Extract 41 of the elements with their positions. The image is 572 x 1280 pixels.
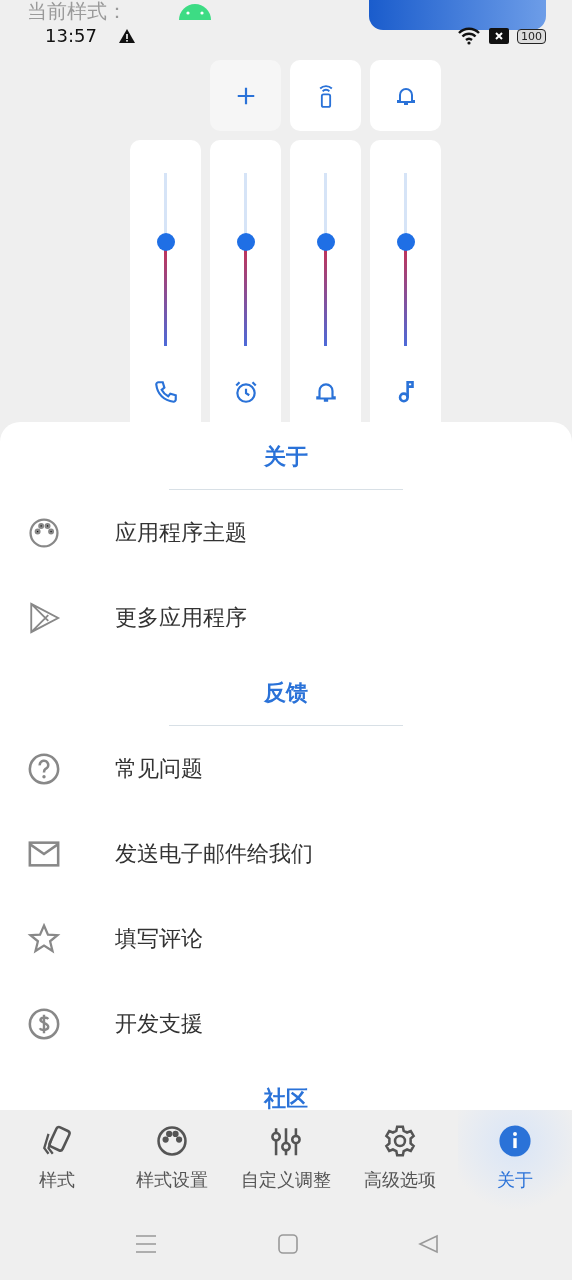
dollar-icon [27, 1006, 61, 1041]
section-title: 社区 [262, 1085, 309, 1110]
wifi-icon [457, 27, 481, 45]
menu-item-label: 常见问题 [115, 754, 203, 783]
palette-icon [27, 515, 61, 550]
battery-indicator: 100 [517, 28, 546, 44]
no-sim-icon [489, 28, 509, 44]
menu-item[interactable]: 开发支援 [0, 981, 572, 1066]
header-button[interactable] [369, 0, 546, 30]
nav-tab[interactable]: 高级选项 [343, 1110, 458, 1220]
menu-item[interactable]: 应用程序主题 [0, 490, 572, 575]
palette-icon [154, 1124, 189, 1158]
nav-tab[interactable]: 样式 [0, 1110, 115, 1220]
menu-item-label: 填写评论 [115, 924, 203, 953]
menu-icon[interactable] [135, 1234, 157, 1254]
star-icon [27, 921, 61, 956]
menu-item[interactable]: 常见问题 [0, 726, 572, 811]
help-icon [27, 751, 61, 786]
menu-item-label: 更多应用程序 [115, 603, 247, 632]
menu-item[interactable]: 发送电子邮件给我们 [0, 811, 572, 896]
warning-icon [118, 29, 135, 43]
play-store-icon [27, 600, 61, 635]
menu-item[interactable]: 填写评论 [0, 896, 572, 981]
section-title: 关于 [263, 443, 309, 471]
back-icon[interactable] [418, 1234, 438, 1254]
style-label: 当前样式： [27, 0, 127, 22]
info-icon [497, 1124, 532, 1158]
home-icon[interactable] [277, 1234, 298, 1254]
nav-tab[interactable]: 样式设置 [114, 1110, 229, 1220]
section-title: 反馈 [263, 679, 309, 707]
clock: 13:57 [45, 25, 97, 47]
settings-icon [383, 1124, 418, 1158]
nav-tab[interactable]: 自定义调整 [228, 1110, 344, 1220]
menu-item[interactable]: 更多应用程序 [0, 575, 572, 660]
menu-item-label: 开发支援 [115, 1009, 203, 1038]
quick-toggle-button[interactable] [210, 60, 281, 131]
quick-toggle-button[interactable] [290, 60, 361, 131]
menu-item-label: 发送电子邮件给我们 [115, 839, 313, 868]
quick-toggle-button[interactable] [370, 60, 441, 131]
menu-item-label: 应用程序主题 [115, 518, 247, 547]
phone-icon [152, 379, 179, 405]
